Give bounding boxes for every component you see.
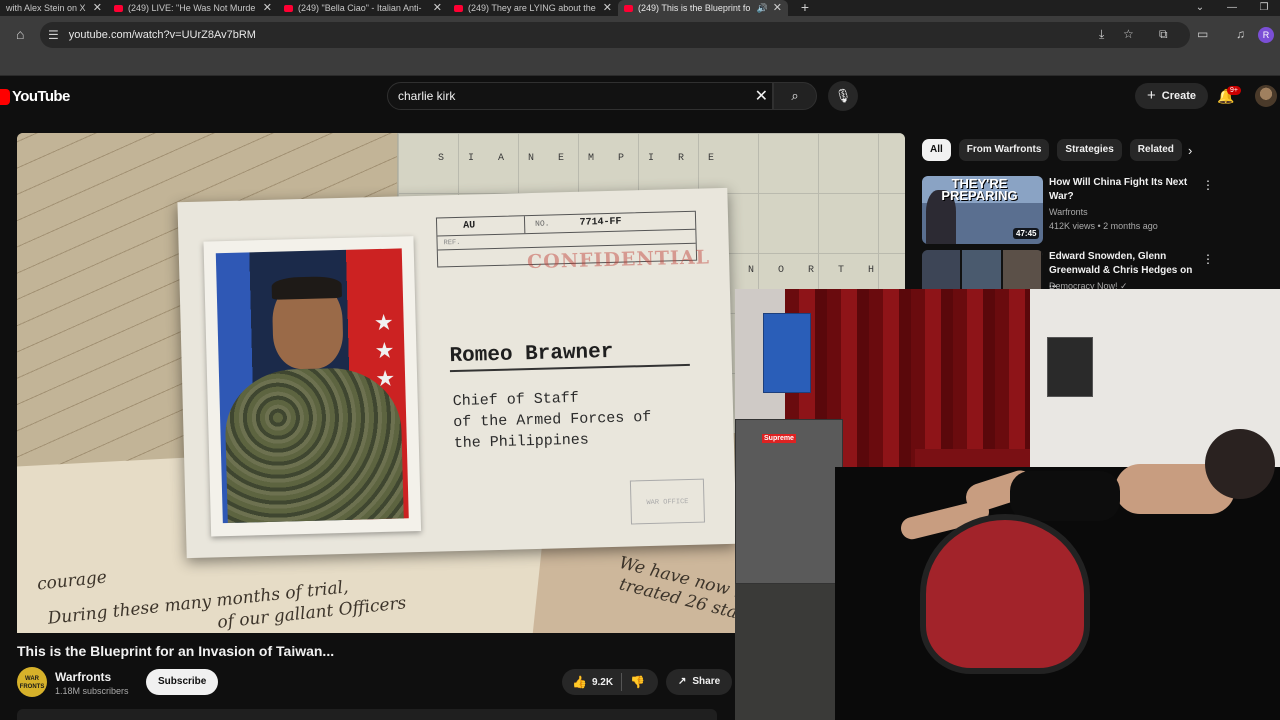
recommendation-channel[interactable]: Warfronts [1049,207,1088,217]
chip-from-channel[interactable]: From Warfronts [958,139,1050,161]
search-input[interactable] [398,89,738,103]
home-icon[interactable]: ⌂ [16,26,24,42]
new-tab-button[interactable]: + [794,0,816,16]
url-text: youtube.com/watch?v=UUrZ8Av7bRM [68,29,256,41]
share-icon: ↗ [678,676,687,687]
clear-search-icon[interactable]: ✕ [755,86,768,106]
speaker-icon[interactable]: 🔊 [757,0,768,16]
more-options-icon[interactable]: ⋮ [1202,252,1214,266]
youtube-favicon-icon [114,4,123,12]
thumbs-up-icon[interactable]: 👍 [562,675,592,689]
close-tab-icon[interactable]: ✕ [263,0,272,16]
recommendation-title[interactable]: How Will China Fight Its Next War? [1049,176,1199,204]
extensions-icon[interactable]: ⧉ [1159,27,1168,42]
wall-poster [1047,337,1093,397]
microphone-icon: 🎙 [834,88,852,103]
filter-chips: All From Warfronts Strategies Related [922,139,1182,161]
youtube-play-icon [0,88,10,105]
more-options-icon[interactable]: ⋮ [1202,178,1214,192]
channel-name[interactable]: Warfronts [55,670,111,684]
install-icon[interactable]: ⤓ [1099,27,1104,42]
youtube-header: YouTube ✕ ⌕ 🎙 + Create 🔔 9+ [0,76,1280,120]
youtube-favicon-icon [624,4,633,12]
share-button[interactable]: ↗ Share [666,669,733,695]
thumbs-down-icon[interactable]: 👎 [630,675,645,689]
dossier-card: ★ ★ ★ AU NO. 7714-FF REF. CONFIDENTIAL Rom… [177,187,737,559]
browser-tab[interactable]: (249) LIVE: "He Was Not Murde ✕ [108,0,278,16]
like-count[interactable]: 9.2K [592,677,613,688]
browser-tab-active[interactable]: (249) This is the Blueprint fo 🔊 ✕ [618,0,788,16]
tab-title: with Alex Stein on X [6,3,86,13]
divider [621,673,623,691]
star-icon: ★ ★ ★ [373,309,396,392]
close-tab-icon[interactable]: ✕ [93,0,102,16]
youtube-favicon-icon [454,4,463,12]
browser-tab[interactable]: (249) "Bella Ciao" - Italian Anti- ✕ [278,0,448,16]
create-button[interactable]: + Create [1135,83,1209,109]
profile-avatar[interactable]: R [1258,27,1274,43]
maximize-icon[interactable]: ❐ [1248,0,1280,16]
mini-fridge: Supreme [735,419,843,584]
like-dislike-group: 👍 9.2K 👎 [562,669,658,695]
chair [920,514,1090,674]
tab-title: (249) "Bella Ciao" - Italian Anti- [298,3,422,13]
portrait-photo: ★ ★ ★ [203,236,422,537]
tab-title: (249) This is the Blueprint fo [638,3,751,13]
search-button[interactable]: ⌕ [773,82,817,110]
bookmark-star-icon[interactable]: ☆ [1123,27,1134,41]
youtube-logo[interactable]: YouTube [0,88,70,105]
account-avatar[interactable] [1255,85,1277,107]
tab-title: (249) They are LYING about the [468,3,596,13]
chip-strategies[interactable]: Strategies [1057,139,1122,161]
browser-toolbar: ⌂ ☰ youtube.com/watch?v=UUrZ8Av7bRM ⤓ ☆ … [0,16,1280,54]
address-bar[interactable]: ☰ youtube.com/watch?v=UUrZ8Av7bRM [40,22,1190,48]
video-title: This is the Blueprint for an Invasion of… [17,643,335,659]
browser-tab[interactable]: (249) They are LYING about the ✕ [448,0,618,16]
notification-badge: 9+ [1227,86,1241,95]
description-box[interactable] [17,709,717,720]
chip-related[interactable]: Related [1129,139,1182,161]
side-panel-icon[interactable]: ▭ [1197,27,1208,41]
beer-box [763,313,811,393]
fridge-sticker: Supreme [762,434,796,443]
map-label: N O R T H [748,265,884,276]
chevron-right-icon[interactable]: › [1188,143,1192,158]
close-tab-icon[interactable]: ✕ [603,0,612,16]
person-role: Chief of Staff of the Armed Forces of th… [452,389,652,453]
map-label: S I A N E M P I R E [438,153,724,164]
channel-avatar[interactable]: WAR FRONTS [17,667,47,697]
youtube-favicon-icon [284,4,293,12]
confidential-stamp: CONFIDENTIAL [526,246,711,274]
window-controls: ⌄ — ❐ [1184,0,1280,16]
bookmarks-bar [0,54,1280,76]
thumbnail-text: THEY'RE PREPARING [941,176,1018,203]
recommendation-meta: 412K views • 2 months ago [1049,221,1158,231]
search-icon: ⌕ [791,88,799,103]
search-box[interactable]: ✕ [387,82,773,110]
tab-title: (249) LIVE: "He Was Not Murde [128,3,256,13]
plus-icon: + [1147,87,1156,104]
browser-tab[interactable]: with Alex Stein on X ✕ [0,0,108,16]
office-stamp: WAR OFFICE [629,478,705,525]
chip-all[interactable]: All [922,139,951,161]
site-info-icon[interactable]: ☰ [48,28,59,42]
voice-search-button[interactable]: 🎙 [828,81,858,111]
webcam-overlay: Supreme [735,289,1280,720]
duration-badge: 47:45 [1013,228,1040,239]
minimize-icon[interactable]: — [1216,0,1248,16]
media-controls-icon[interactable]: ♫ [1236,27,1245,41]
recommendation-item[interactable]: THEY'RE PREPARING 47:45 How Will China F… [922,176,1272,244]
subscriber-count: 1.18M subscribers [55,686,129,696]
tab-search-icon[interactable]: ⌄ [1184,0,1216,16]
browser-tab-strip: with Alex Stein on X ✕ (249) LIVE: "He W… [0,0,1280,16]
close-tab-icon[interactable]: ✕ [773,0,782,16]
subscribe-button[interactable]: Subscribe [146,669,219,695]
person-name: Romeo Brawner [449,338,690,373]
close-tab-icon[interactable]: ✕ [433,0,442,16]
video-thumbnail[interactable]: THEY'RE PREPARING 47:45 [922,176,1043,244]
